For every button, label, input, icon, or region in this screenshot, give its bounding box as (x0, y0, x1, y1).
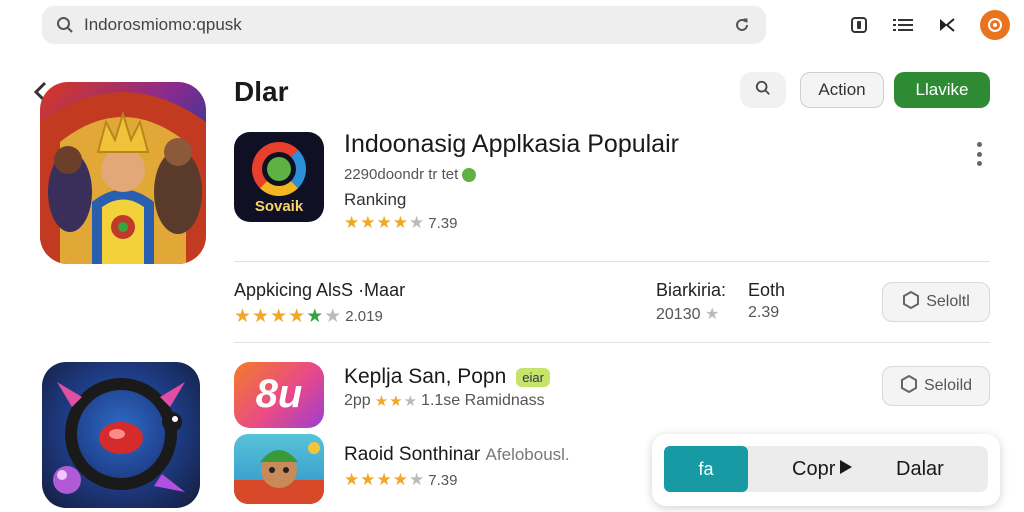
featured-app-icon[interactable]: Sovaik (234, 132, 324, 222)
search-icon (54, 14, 76, 36)
column-label: Biarkiria: (656, 280, 727, 300)
top-toolbar (848, 10, 1010, 40)
star-rating: ★ ★ ★ ★ ★ (344, 213, 425, 232)
app-c-title-rest: Afelobousl. (485, 445, 570, 464)
app-c-title[interactable]: Raoid Sonthinar Afelobousl. (344, 444, 570, 466)
dalar-button[interactable]: Dalar (896, 446, 944, 492)
star-rating: ★ ★ ★ ★ ★ ★ (234, 306, 342, 327)
star-icon: ★ (704, 306, 720, 323)
featured-app-title[interactable]: Indoonasig Applkasia Populair (344, 130, 679, 159)
divider (234, 261, 990, 262)
globe-icon (462, 167, 477, 182)
app-store-page: Indorosmiomo:qpusk Dlar Action Llavike S… (0, 0, 1024, 512)
featured-subtitle-text: 2290doondr tr tet (344, 166, 459, 183)
rating-value: 7.39 (428, 214, 458, 232)
action-segment: fa Copr Dalar (664, 446, 988, 492)
section-title: Appkicing AlsS ·Maar (234, 280, 406, 300)
select-button-label: Seloltl (926, 293, 970, 310)
select-button-label: Seloild (923, 377, 973, 394)
search-input[interactable]: Indorosmiomo:qpusk (84, 15, 730, 35)
copy-button[interactable]: Copr (792, 446, 853, 492)
play-icon (839, 458, 853, 481)
column-value-text: 20130 (656, 306, 701, 323)
reload-icon[interactable] (730, 13, 754, 37)
avatar[interactable] (980, 10, 1010, 40)
info-icon[interactable] (848, 14, 870, 36)
featured-app-subtitle: 2290doondr tr tet (344, 166, 477, 183)
copy-button-label: Copr (792, 457, 836, 480)
app-b-title[interactable]: Keplja San, Popn eiar (344, 365, 550, 389)
hero-illustration (40, 82, 206, 264)
bottom-action-panel: fa Copr Dalar (652, 434, 1000, 506)
rating-value: 2.019 (345, 308, 383, 325)
list-icon[interactable] (892, 14, 914, 36)
column-value: 2.39 (748, 304, 780, 321)
app-b-subtitle-rest: 1.1se Ramidnass (421, 392, 545, 409)
app-logo-dot (267, 157, 291, 181)
select-button[interactable]: Seloild (882, 366, 990, 406)
bottom-illustration (42, 362, 200, 508)
select-button[interactable]: Seloltl (882, 282, 990, 322)
divider (234, 342, 990, 343)
more-icon[interactable] (970, 140, 988, 168)
app-b-icon[interactable]: 8u (234, 362, 324, 428)
search-icon (755, 80, 771, 101)
featured-rating: ★ ★ ★ ★ ★ 7.39 (344, 213, 457, 233)
app-icon-label: Sovaik (254, 198, 304, 215)
app-c-title-text: Raoid Sonthinar (344, 444, 481, 465)
search-button[interactable] (740, 72, 786, 108)
star-rating: ★ ★ ★ (374, 393, 418, 410)
hexagon-icon (902, 290, 920, 314)
ranking-label: Ranking (344, 190, 407, 209)
app-b-title-text: Keplja San, Popn (344, 365, 507, 388)
cast-icon[interactable] (936, 14, 958, 36)
app-icon-label: 8u (255, 372, 303, 416)
star-rating: ★ ★ ★ ★ ★ (344, 470, 425, 489)
app-c-rating: ★ ★ ★ ★ ★ 7.39 (344, 470, 457, 490)
status-badge: eiar (516, 367, 550, 387)
app-c-icon[interactable] (234, 434, 324, 504)
page-title: Dlar (234, 76, 289, 107)
app-b-subtitle: 2pp ★ ★ ★ 1.1se Ramidnass (344, 392, 545, 410)
column-label: Eoth (748, 280, 786, 300)
app-b-subtitle-text: 2pp (344, 392, 371, 409)
rating-value: 7.39 (428, 471, 458, 489)
search-bar[interactable]: Indorosmiomo:qpusk (42, 6, 766, 44)
column-value: 20130 ★ (656, 304, 719, 324)
action-button[interactable]: Action (800, 72, 884, 108)
hexagon-icon (900, 374, 918, 398)
primary-button[interactable]: Llavike (894, 72, 990, 108)
teal-action-button[interactable]: fa (664, 446, 748, 492)
section-rating: ★ ★ ★ ★ ★ ★ 2.019 (234, 305, 383, 328)
